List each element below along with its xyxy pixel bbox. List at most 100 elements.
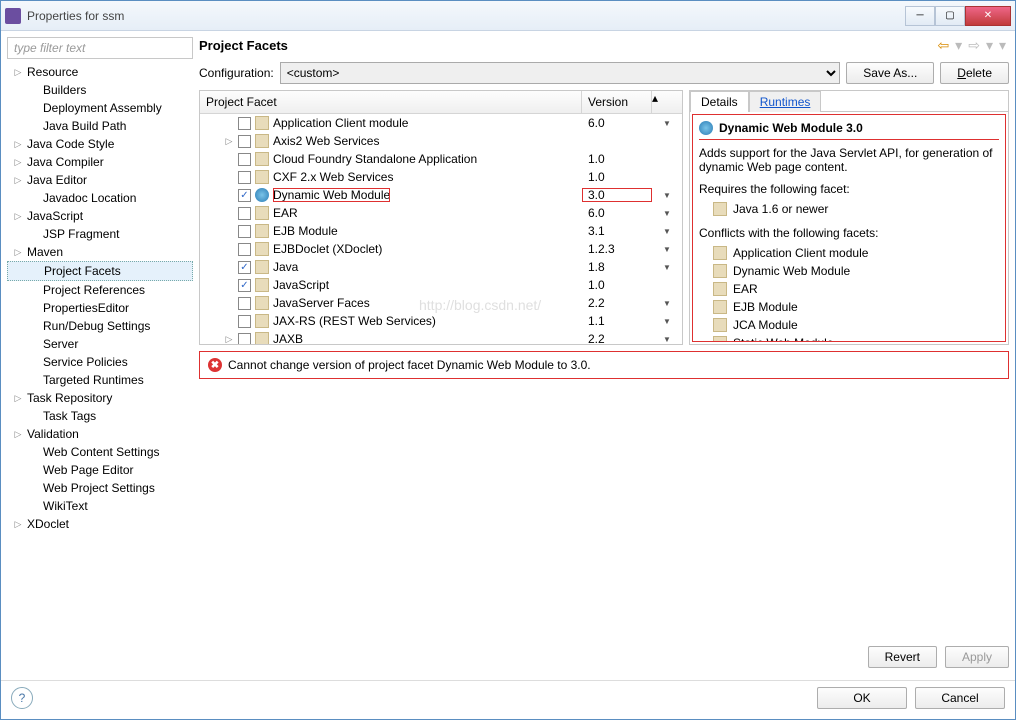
menu-icon[interactable]: ▾ — [996, 37, 1009, 54]
globe-icon — [255, 188, 269, 202]
file-icon — [255, 134, 269, 148]
nav-tree[interactable]: ▷ResourceBuildersDeployment AssemblyJava… — [7, 63, 193, 674]
tree-item-xdoclet[interactable]: ▷XDoclet — [7, 515, 193, 533]
col-version[interactable]: Version — [582, 91, 652, 113]
module-icon — [713, 246, 727, 260]
delete-button[interactable]: Delete — [940, 62, 1009, 84]
tree-item-project-references[interactable]: Project References — [7, 281, 193, 299]
checkbox[interactable] — [238, 171, 251, 184]
close-button[interactable]: ✕ — [965, 6, 1011, 26]
tree-item-javascript[interactable]: ▷JavaScript — [7, 207, 193, 225]
cancel-button[interactable]: Cancel — [915, 687, 1005, 709]
tree-item-service-policies[interactable]: Service Policies — [7, 353, 193, 371]
expand-icon[interactable]: ▷ — [13, 393, 23, 403]
checkbox[interactable] — [238, 243, 251, 256]
apply-button[interactable]: Apply — [945, 646, 1009, 668]
page-title: Project Facets — [199, 38, 934, 53]
back-menu-icon[interactable]: ▾ — [952, 37, 965, 54]
checkbox[interactable]: ✓ — [238, 279, 251, 292]
tree-item-targeted-runtimes[interactable]: Targeted Runtimes — [7, 371, 193, 389]
tree-item-jsp-fragment[interactable]: JSP Fragment — [7, 225, 193, 243]
facet-row[interactable]: EAR6.0▼ — [200, 204, 682, 222]
config-select[interactable]: <custom> — [280, 62, 841, 84]
help-button[interactable]: ? — [11, 687, 33, 709]
module-icon — [713, 282, 727, 296]
tree-item-deployment-assembly[interactable]: Deployment Assembly — [7, 99, 193, 117]
window-title: Properties for ssm — [27, 9, 905, 23]
expand-icon[interactable]: ▷ — [13, 157, 23, 167]
expand-icon[interactable]: ▷ — [13, 429, 23, 439]
conflict-item: Application Client module — [699, 244, 999, 262]
titlebar[interactable]: Properties for ssm ─ ▢ ✕ — [1, 1, 1015, 31]
expand-icon[interactable]: ▷ — [13, 139, 23, 149]
tree-item-web-project-settings[interactable]: Web Project Settings — [7, 479, 193, 497]
details-panel: Details Runtimes Dynamic Web Module 3.0 … — [689, 90, 1009, 345]
save-as-button[interactable]: Save As... — [846, 62, 934, 84]
minimize-button[interactable]: ─ — [905, 6, 935, 26]
tree-item-java-compiler[interactable]: ▷Java Compiler — [7, 153, 193, 171]
back-icon[interactable]: ⇦ — [934, 37, 952, 54]
facet-row[interactable]: JAX-RS (REST Web Services)1.1▼ — [200, 312, 682, 330]
tree-item-java-editor[interactable]: ▷Java Editor — [7, 171, 193, 189]
facet-row[interactable]: EJBDoclet (XDoclet)1.2.3▼ — [200, 240, 682, 258]
tree-item-server[interactable]: Server — [7, 335, 193, 353]
expand-icon[interactable]: ▷ — [224, 334, 234, 344]
tab-runtimes[interactable]: Runtimes — [749, 91, 822, 112]
maximize-button[interactable]: ▢ — [935, 6, 965, 26]
checkbox[interactable] — [238, 207, 251, 220]
facet-row[interactable]: ▷JAXB2.2▼ — [200, 330, 682, 344]
checkbox[interactable]: ✓ — [238, 189, 251, 202]
tree-item-propertieseditor[interactable]: PropertiesEditor — [7, 299, 193, 317]
tree-item-java-code-style[interactable]: ▷Java Code Style — [7, 135, 193, 153]
checkbox[interactable] — [238, 135, 251, 148]
facet-row[interactable]: JavaServer Faces2.2▼ — [200, 294, 682, 312]
checkbox[interactable] — [238, 225, 251, 238]
expand-icon[interactable]: ▷ — [13, 247, 23, 257]
expand-icon[interactable]: ▷ — [13, 175, 23, 185]
revert-button[interactable]: Revert — [868, 646, 937, 668]
tree-item-java-build-path[interactable]: Java Build Path — [7, 117, 193, 135]
tree-item-javadoc-location[interactable]: Javadoc Location — [7, 189, 193, 207]
checkbox[interactable] — [238, 333, 251, 345]
module-icon — [713, 300, 727, 314]
facet-row[interactable]: ✓Java1.8▼ — [200, 258, 682, 276]
checkbox[interactable] — [238, 117, 251, 130]
tree-item-task-repository[interactable]: ▷Task Repository — [7, 389, 193, 407]
facet-table[interactable]: Project Facet Version ▴ Application Clie… — [199, 90, 683, 345]
checkbox[interactable] — [238, 315, 251, 328]
facet-row[interactable]: Application Client module6.0▼ — [200, 114, 682, 132]
expand-icon[interactable]: ▷ — [13, 519, 23, 529]
tree-item-maven[interactable]: ▷Maven — [7, 243, 193, 261]
tree-item-run-debug-settings[interactable]: Run/Debug Settings — [7, 317, 193, 335]
globe-icon — [699, 121, 713, 135]
tree-item-web-page-editor[interactable]: Web Page Editor — [7, 461, 193, 479]
tree-item-web-content-settings[interactable]: Web Content Settings — [7, 443, 193, 461]
filter-input[interactable]: type filter text — [7, 37, 193, 59]
tree-item-task-tags[interactable]: Task Tags — [7, 407, 193, 425]
facet-row[interactable]: Cloud Foundry Standalone Application1.0 — [200, 150, 682, 168]
checkbox[interactable] — [238, 297, 251, 310]
tree-item-resource[interactable]: ▷Resource — [7, 63, 193, 81]
facet-row[interactable]: ✓Dynamic Web Module3.0▼ — [200, 186, 682, 204]
col-facet[interactable]: Project Facet — [200, 91, 582, 113]
checkbox[interactable]: ✓ — [238, 261, 251, 274]
expand-icon[interactable]: ▷ — [224, 136, 234, 146]
facet-row[interactable]: ▷Axis2 Web Services — [200, 132, 682, 150]
expand-icon[interactable]: ▷ — [13, 211, 23, 221]
tree-item-builders[interactable]: Builders — [7, 81, 193, 99]
facet-row[interactable]: EJB Module3.1▼ — [200, 222, 682, 240]
forward-menu-icon[interactable]: ▾ — [983, 37, 996, 54]
facet-row[interactable]: CXF 2.x Web Services1.0 — [200, 168, 682, 186]
checkbox[interactable] — [238, 153, 251, 166]
tab-details[interactable]: Details — [690, 91, 749, 112]
tree-item-wikitext[interactable]: WikiText — [7, 497, 193, 515]
forward-icon[interactable]: ⇨ — [965, 37, 983, 54]
col-scroll-up[interactable]: ▴ — [652, 91, 682, 113]
ok-button[interactable]: OK — [817, 687, 907, 709]
tree-item-validation[interactable]: ▷Validation — [7, 425, 193, 443]
expand-icon[interactable]: ▷ — [13, 67, 23, 77]
file-icon — [255, 206, 269, 220]
conflict-item: JCA Module — [699, 316, 999, 334]
facet-row[interactable]: ✓JavaScript1.0 — [200, 276, 682, 294]
tree-item-project-facets[interactable]: Project Facets — [7, 261, 193, 281]
